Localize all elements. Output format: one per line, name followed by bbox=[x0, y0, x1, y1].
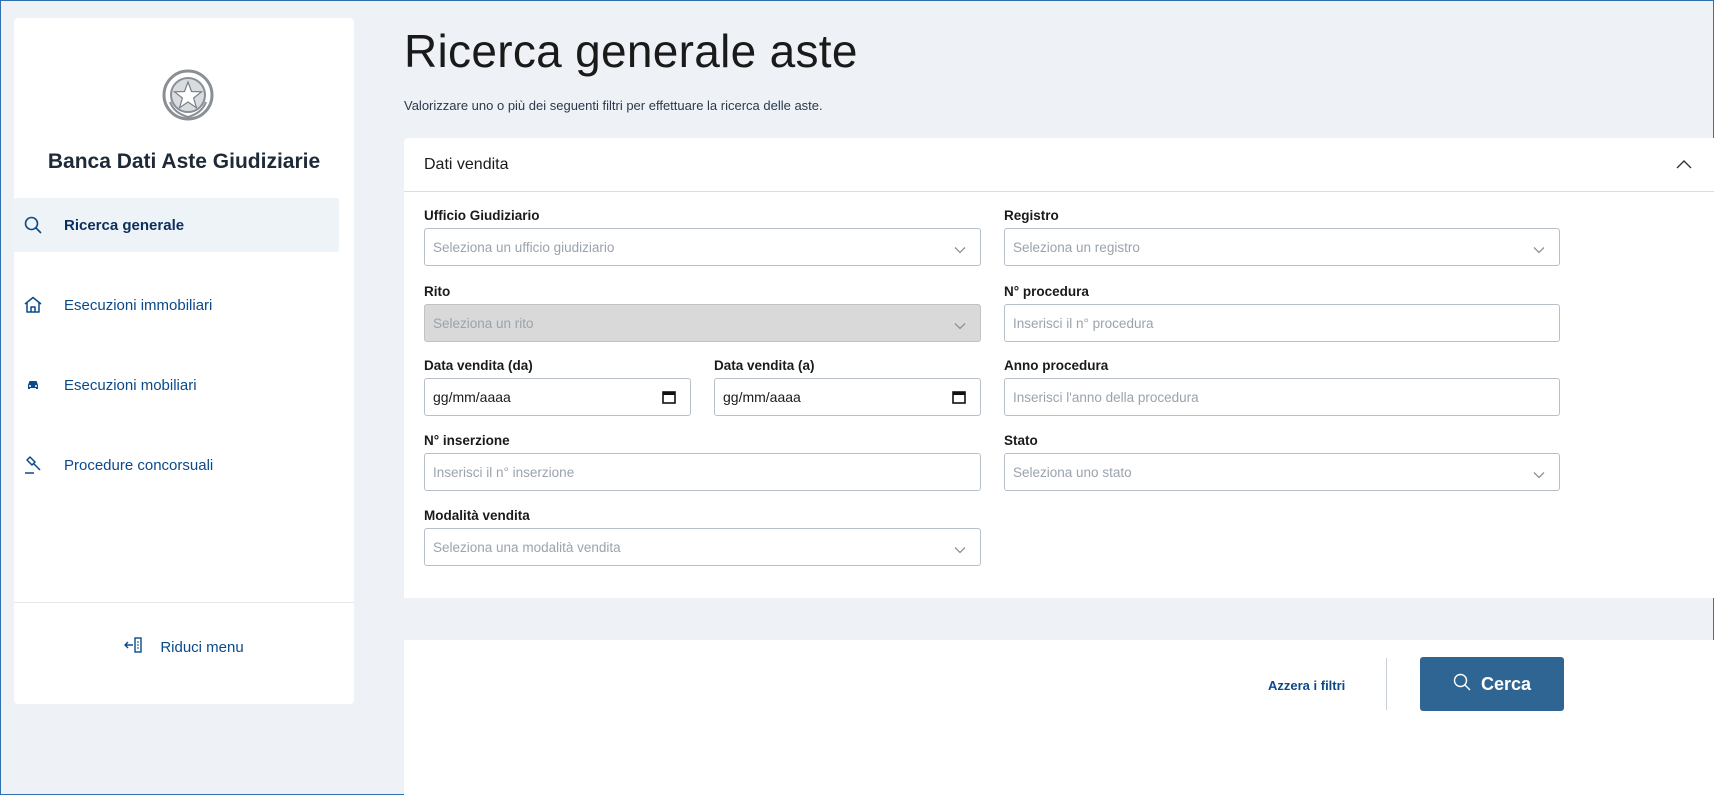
dati-vendita-panel: Dati vendita Ufficio Giudiziario Selezio… bbox=[404, 138, 1714, 598]
collapse-arrow-icon bbox=[124, 636, 144, 659]
registro-select[interactable]: Seleziona un registro bbox=[1004, 228, 1560, 266]
sidebar-item-label: Procedure concorsuali bbox=[64, 456, 214, 474]
inserzione-field-group: N° inserzione bbox=[424, 433, 981, 491]
data-a-label: Data vendita (a) bbox=[714, 358, 815, 373]
chevron-down-icon bbox=[954, 542, 966, 557]
page-subtitle: Valorizzare uno o più dei seguenti filtr… bbox=[404, 98, 823, 113]
republic-emblem-icon bbox=[161, 68, 215, 122]
stato-label: Stato bbox=[1004, 433, 1038, 448]
search-icon bbox=[1453, 673, 1471, 696]
rito-label: Rito bbox=[424, 284, 451, 299]
calendar-icon[interactable] bbox=[952, 390, 966, 407]
reset-filters-button[interactable]: Azzera i filtri bbox=[1268, 678, 1345, 693]
brand-title: Banca Dati Aste Giudiziarie bbox=[47, 150, 321, 173]
house-icon bbox=[22, 294, 44, 316]
registro-placeholder: Seleziona un registro bbox=[1013, 239, 1140, 255]
inserzione-input[interactable] bbox=[424, 453, 981, 491]
sidebar-item-label: Esecuzioni mobiliari bbox=[64, 376, 197, 394]
stato-placeholder: Seleziona uno stato bbox=[1013, 464, 1132, 480]
sidebar-item-procedure-concorsuali[interactable]: Procedure concorsuali bbox=[14, 438, 354, 492]
data-da-field-group: Data vendita (da) gg/mm/aaaa bbox=[424, 358, 691, 416]
inserzione-label: N° inserzione bbox=[424, 433, 510, 448]
search-button[interactable]: Cerca bbox=[1420, 657, 1564, 711]
data-a-input[interactable]: gg/mm/aaaa bbox=[714, 378, 981, 416]
sidebar-divider bbox=[14, 602, 354, 603]
gavel-icon bbox=[22, 454, 44, 476]
registro-label: Registro bbox=[1004, 208, 1059, 223]
sidebar: Banca Dati Aste Giudiziarie Ricerca gene… bbox=[14, 18, 354, 704]
rito-select: Seleziona un rito bbox=[424, 304, 981, 342]
collapse-menu-label: Riduci menu bbox=[160, 639, 244, 656]
sidebar-item-label: Ricerca generale bbox=[64, 216, 185, 234]
chevron-up-icon bbox=[1676, 156, 1692, 174]
data-da-value: gg/mm/aaaa bbox=[433, 389, 511, 405]
chevron-down-icon bbox=[954, 242, 966, 257]
car-icon bbox=[22, 374, 44, 396]
search-icon bbox=[22, 214, 44, 236]
stato-field-group: Stato Seleziona uno stato bbox=[1004, 433, 1560, 491]
anno-input[interactable] bbox=[1004, 378, 1560, 416]
data-da-label: Data vendita (da) bbox=[424, 358, 533, 373]
calendar-icon[interactable] bbox=[662, 390, 676, 407]
registro-field-group: Registro Seleziona un registro bbox=[1004, 208, 1560, 266]
modalita-select[interactable]: Seleziona una modalità vendita bbox=[424, 528, 981, 566]
sidebar-item-ricerca-generale[interactable]: Ricerca generale bbox=[14, 198, 339, 252]
data-a-value: gg/mm/aaaa bbox=[723, 389, 801, 405]
sidebar-nav: Ricerca generale Esecuzioni immobiliari … bbox=[14, 198, 354, 518]
anno-label: Anno procedura bbox=[1004, 358, 1109, 373]
actions-bar: Azzera i filtri Cerca bbox=[404, 640, 1714, 795]
stato-select[interactable]: Seleziona uno stato bbox=[1004, 453, 1560, 491]
page-title: Ricerca generale aste bbox=[404, 25, 858, 77]
ufficio-field-group: Ufficio Giudiziario Seleziona un ufficio… bbox=[424, 208, 981, 266]
ufficio-placeholder: Seleziona un ufficio giudiziario bbox=[433, 239, 615, 255]
search-button-label: Cerca bbox=[1480, 673, 1532, 694]
data-a-field-group: Data vendita (a) gg/mm/aaaa bbox=[714, 358, 981, 416]
collapse-menu-button[interactable]: Riduci menu bbox=[14, 636, 354, 659]
modalita-field-group: Modalità vendita Seleziona una modalità … bbox=[424, 508, 981, 566]
anno-field-group: Anno procedura bbox=[1004, 358, 1560, 416]
procedura-field-group: N° procedura bbox=[1004, 284, 1560, 342]
panel-header-toggle[interactable]: Dati vendita bbox=[404, 138, 1714, 192]
ufficio-label: Ufficio Giudiziario bbox=[424, 208, 540, 223]
chevron-down-icon bbox=[1533, 467, 1545, 482]
rito-field-group: Rito Seleziona un rito bbox=[424, 284, 981, 342]
actions-divider bbox=[1386, 658, 1387, 710]
rito-placeholder: Seleziona un rito bbox=[433, 315, 534, 331]
chevron-down-icon bbox=[1533, 242, 1545, 257]
sidebar-item-esecuzioni-immobiliari[interactable]: Esecuzioni immobiliari bbox=[14, 278, 354, 332]
ufficio-select[interactable]: Seleziona un ufficio giudiziario bbox=[424, 228, 981, 266]
chevron-down-icon bbox=[954, 318, 966, 333]
panel-title: Dati vendita bbox=[424, 155, 509, 173]
sidebar-item-esecuzioni-mobiliari[interactable]: Esecuzioni mobiliari bbox=[14, 358, 354, 412]
sidebar-item-label: Esecuzioni immobiliari bbox=[64, 296, 213, 314]
data-da-input[interactable]: gg/mm/aaaa bbox=[424, 378, 691, 416]
modalita-label: Modalità vendita bbox=[424, 508, 530, 523]
modalita-placeholder: Seleziona una modalità vendita bbox=[433, 539, 621, 555]
procedura-label: N° procedura bbox=[1004, 284, 1089, 299]
procedura-input[interactable] bbox=[1004, 304, 1560, 342]
